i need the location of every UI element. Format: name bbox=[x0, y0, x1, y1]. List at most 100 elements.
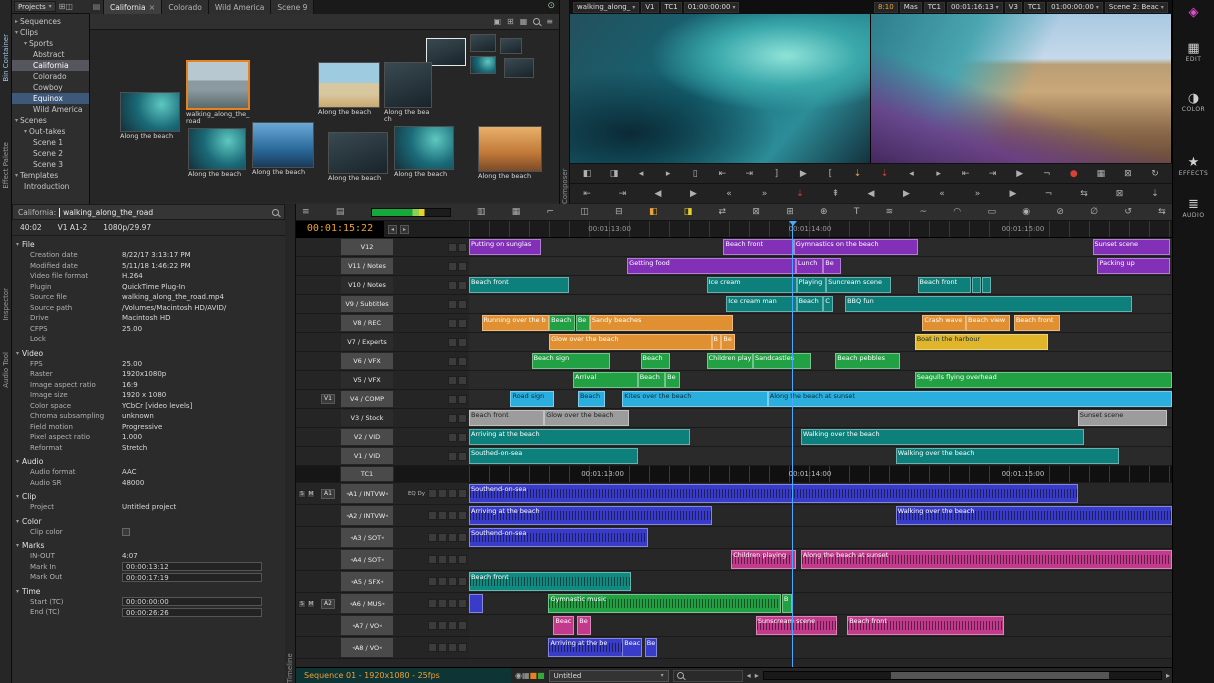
timeline-clip[interactable]: Beach bbox=[549, 315, 575, 331]
tree-item-wild-america[interactable]: Wild America bbox=[12, 104, 89, 115]
timeline-clip[interactable]: Children playing bbox=[731, 550, 796, 569]
inspector-section-marks[interactable]: ▾Marks bbox=[12, 537, 285, 551]
track-button[interactable] bbox=[448, 577, 457, 586]
track-selector[interactable]: A5 / SFX bbox=[340, 571, 394, 592]
grid-view-icon[interactable]: ⊞ bbox=[507, 17, 514, 26]
play-3-icon[interactable]: ▶ bbox=[1006, 187, 1020, 201]
track-button[interactable] bbox=[458, 433, 467, 442]
track-selector[interactable]: A7 / VO bbox=[340, 615, 394, 636]
tree-item-clips[interactable]: ▾Clips bbox=[12, 27, 89, 38]
monitor-chip-scene-2-beac[interactable]: Scene 2: Beac▾ bbox=[1105, 2, 1168, 13]
tree-item-colorado[interactable]: Colorado bbox=[12, 71, 89, 82]
track-button[interactable] bbox=[448, 281, 457, 290]
timeline-search[interactable] bbox=[673, 670, 743, 682]
render-ranges-icon[interactable]: ▦ bbox=[512, 204, 521, 220]
timeline-clip[interactable]: Southed-on-sea bbox=[469, 448, 638, 464]
track-button[interactable] bbox=[458, 599, 467, 608]
timeline-clip[interactable]: Beach bbox=[638, 372, 665, 388]
video-quality-icon[interactable]: ▥ bbox=[477, 204, 486, 220]
swatch-orange-icon[interactable]: ■ bbox=[530, 671, 538, 680]
tree-item-sequences[interactable]: ▸Sequences bbox=[12, 16, 89, 27]
track-button[interactable] bbox=[458, 621, 467, 630]
toggle-panels-icon[interactable]: ◫ bbox=[580, 204, 589, 220]
remove-icon[interactable]: ⊠ bbox=[1113, 187, 1127, 201]
bin-clip[interactable]: walking_along_the_road bbox=[186, 60, 250, 125]
timeline-clip[interactable]: Beach pebbles bbox=[835, 353, 900, 369]
chevron-down-icon[interactable]: ▾ bbox=[732, 3, 735, 12]
mute-button[interactable]: M bbox=[307, 600, 315, 608]
track-button[interactable] bbox=[438, 599, 447, 608]
bin-tab-california[interactable]: California× bbox=[104, 0, 162, 14]
tree-item-cowboy[interactable]: Cowboy bbox=[12, 82, 89, 93]
track-button[interactable] bbox=[428, 489, 437, 498]
track-selector[interactable]: A4 / SOT bbox=[340, 549, 394, 570]
patch-indicator[interactable]: A1 bbox=[321, 489, 335, 499]
timeline-clip[interactable]: Walking over the beach bbox=[801, 429, 1084, 445]
timeline-ruler[interactable]: 00:01:13:0000:01:14:0000:01:15:00 bbox=[469, 221, 1172, 237]
monitor-chip-01-00-00-00[interactable]: 01:00:00:00▾ bbox=[684, 2, 740, 13]
segment-overwrite-icon[interactable]: ◨ bbox=[684, 204, 693, 220]
tree-item-scenes[interactable]: ▾Scenes bbox=[12, 115, 89, 126]
track-button[interactable] bbox=[448, 243, 457, 252]
segment-insert-icon[interactable]: ◧ bbox=[649, 204, 658, 220]
track-button[interactable] bbox=[428, 599, 437, 608]
track-button[interactable] bbox=[448, 319, 457, 328]
loop-icon[interactable]: ↻ bbox=[1148, 167, 1162, 181]
chevron-down-icon[interactable]: ▾ bbox=[16, 518, 19, 525]
timeline-clip[interactable]: Be bbox=[721, 334, 735, 350]
float-panel-icon[interactable]: ◫ bbox=[65, 2, 73, 11]
close-2-icon[interactable]: ⊠ bbox=[1121, 167, 1135, 181]
to-start-icon[interactable]: ⇤ bbox=[580, 187, 594, 201]
track-target-icon[interactable]: ◉ bbox=[515, 671, 522, 680]
scrollbar-thumb[interactable] bbox=[891, 672, 1110, 679]
go-to-out-icon[interactable]: ⇥ bbox=[742, 167, 756, 181]
timeline-clip[interactable] bbox=[982, 277, 990, 293]
mark-2-icon[interactable]: ¬ bbox=[1040, 167, 1054, 181]
track-button[interactable] bbox=[458, 300, 467, 309]
to-end-icon[interactable]: ⇥ bbox=[616, 187, 630, 201]
timeline-clip[interactable]: Getting food bbox=[627, 258, 796, 274]
rail-effects[interactable]: ★EFFECTS bbox=[1173, 156, 1214, 177]
track-button[interactable] bbox=[448, 300, 457, 309]
track-selector[interactable]: A3 / SOT bbox=[340, 527, 394, 548]
track-selector[interactable]: V12 bbox=[340, 238, 394, 256]
tree-item-scene-2[interactable]: Scene 2 bbox=[12, 148, 89, 159]
step-forward-icon[interactable]: ▸ bbox=[661, 167, 675, 181]
timeline-clip[interactable]: Be bbox=[577, 616, 591, 635]
undo-icon[interactable]: ↺ bbox=[1124, 204, 1132, 220]
track-selector[interactable]: V9 / Subtitles bbox=[340, 295, 394, 313]
timeline-clip[interactable]: Arriving at the beach bbox=[469, 506, 712, 525]
chevron-down-icon[interactable]: ▾ bbox=[1161, 3, 1164, 12]
track-button[interactable] bbox=[448, 555, 457, 564]
chevron-down-icon[interactable]: ▾ bbox=[16, 350, 19, 357]
scroll-left-button[interactable]: ◂ bbox=[747, 671, 751, 680]
chevron-down-icon[interactable]: ▾ bbox=[16, 241, 19, 248]
timeline-scrollbar[interactable] bbox=[763, 671, 1162, 680]
solo-button[interactable]: S bbox=[298, 490, 306, 498]
scroll-right-button[interactable]: ▸ bbox=[755, 671, 759, 680]
chevron-down-icon[interactable]: ▾ bbox=[15, 170, 18, 181]
preset-select[interactable]: Untitled ▾ bbox=[549, 670, 669, 682]
text-tool-icon[interactable]: T bbox=[854, 204, 860, 220]
track-button[interactable] bbox=[458, 533, 467, 542]
track-button[interactable] bbox=[438, 577, 447, 586]
timeline-clip[interactable]: Packing up bbox=[1097, 258, 1169, 274]
bin-menu-icon[interactable]: ≡ bbox=[546, 17, 553, 26]
property-value-field[interactable]: 00:00:26:26 bbox=[122, 608, 262, 617]
projects-menu[interactable]: Projects ▾ bbox=[14, 1, 56, 12]
mark-in-icon[interactable]: [ bbox=[823, 167, 837, 181]
rail-edit[interactable]: ▦EDIT bbox=[1173, 42, 1214, 63]
timeline-clip[interactable]: Be bbox=[576, 315, 590, 331]
chevron-down-icon[interactable]: ▾ bbox=[15, 115, 18, 126]
track-selector[interactable]: A2 / INTVW bbox=[340, 505, 394, 526]
go-in-2-icon[interactable]: ⇤ bbox=[959, 167, 973, 181]
search-input[interactable]: walking_along_the_road bbox=[63, 208, 153, 217]
timeline-clip[interactable]: Putting on sunglas bbox=[469, 239, 541, 255]
track-selector[interactable]: V3 / Stock bbox=[340, 409, 394, 427]
timeline-clip[interactable]: Arriving at the beach bbox=[469, 429, 690, 445]
track-button[interactable] bbox=[448, 433, 457, 442]
track-button[interactable] bbox=[458, 511, 467, 520]
track-button[interactable] bbox=[458, 281, 467, 290]
timeline-clip[interactable]: Beach bbox=[797, 296, 823, 312]
inspector-section-color[interactable]: ▾Color bbox=[12, 513, 285, 527]
